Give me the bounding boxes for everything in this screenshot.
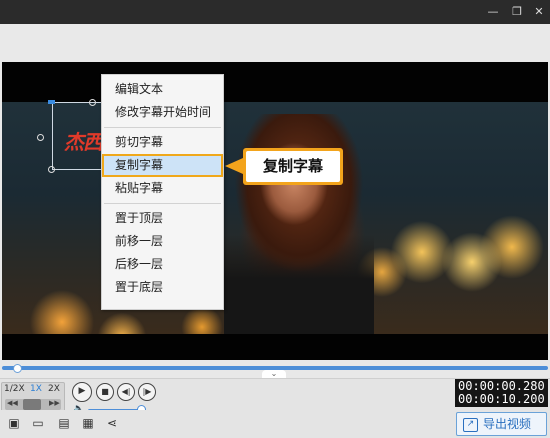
subtitle-icon[interactable]: ▣ [6,415,22,431]
save-icon[interactable]: ▤ [56,415,72,431]
save-as-icon[interactable]: ▦ [80,415,96,431]
rewind-icon[interactable]: ◀◀ [7,399,18,407]
subtitle-text[interactable]: 杰西 [64,126,103,155]
menu-item[interactable]: 编辑文本 [102,78,223,101]
menu-item[interactable]: 复制字幕 [102,154,223,177]
share-icon[interactable]: ⋖ [104,415,120,431]
time-display: 00:00:00.280 00:00:10.200 [455,379,548,407]
menu-item[interactable]: 后移一层 [102,253,223,276]
menu-item[interactable]: 剪切字幕 [102,131,223,154]
resize-handle-top[interactable] [89,99,96,106]
progress-area: ⌄ [0,360,550,378]
next-frame-button[interactable]: |▶ [138,383,156,401]
menu-item[interactable]: 置于顶层 [102,207,223,230]
speed-slider[interactable]: ◀◀ ▶▶ [5,399,61,410]
letterbox-top [2,62,548,102]
restore-icon[interactable]: ❐ [508,3,526,21]
fast-forward-icon[interactable]: ▶▶ [49,399,60,407]
progress-thumb[interactable] [13,364,23,373]
speed-slider-thumb[interactable] [23,399,41,410]
export-icon: ↗ [463,417,478,432]
total-time: 00:00:10.200 [458,392,545,406]
video-frame: 杰西 [2,62,548,372]
close-icon[interactable]: ✕ [530,3,548,21]
play-button[interactable]: ▶ [72,382,92,402]
menu-separator [104,127,221,128]
bottom-toolbar: ▣ ▭ ▤ ▦ ⋖ ↗ 导出视频 [0,410,550,438]
minimize-icon[interactable]: — [484,3,502,21]
speed-normal[interactable]: 1X [30,384,42,394]
menu-item[interactable]: 粘贴字幕 [102,177,223,200]
menu-item[interactable]: 置于底层 [102,276,223,299]
callout-label: 复制字幕 [246,151,340,182]
menu-item[interactable]: 修改字幕开始时间 [102,101,223,124]
preview-area: 杰西 [0,24,550,372]
collapse-chevron-icon[interactable]: ⌄ [262,370,286,378]
speed-half[interactable]: 1/2X [4,384,25,394]
speed-control: 1/2X 1X 2X ◀◀ ▶▶ [1,382,65,412]
previous-frame-button[interactable]: ◀| [117,383,135,401]
context-menu: 编辑文本 修改字幕开始时间 剪切字幕 复制字幕 粘贴字幕置于顶层 前移一层 后移一层 置于底层 [101,74,224,310]
video-subject [224,114,374,334]
menu-separator [104,203,221,204]
export-video-button[interactable]: ↗ 导出视频 [456,412,547,436]
title-bar: — ❐ ✕ [0,0,550,24]
speed-double[interactable]: 2X [48,384,60,394]
callout: 复制字幕 [243,148,343,185]
resize-handle-bottom-left[interactable] [48,166,55,173]
box-marker-blue [48,100,55,104]
export-video-label: 导出视频 [483,417,532,431]
resize-handle-left[interactable] [37,134,44,141]
folder-open-icon[interactable]: ▭ [30,415,46,431]
stop-button[interactable]: ■ [96,383,114,401]
callout-arrow [225,158,243,174]
menu-item[interactable]: 前移一层 [102,230,223,253]
